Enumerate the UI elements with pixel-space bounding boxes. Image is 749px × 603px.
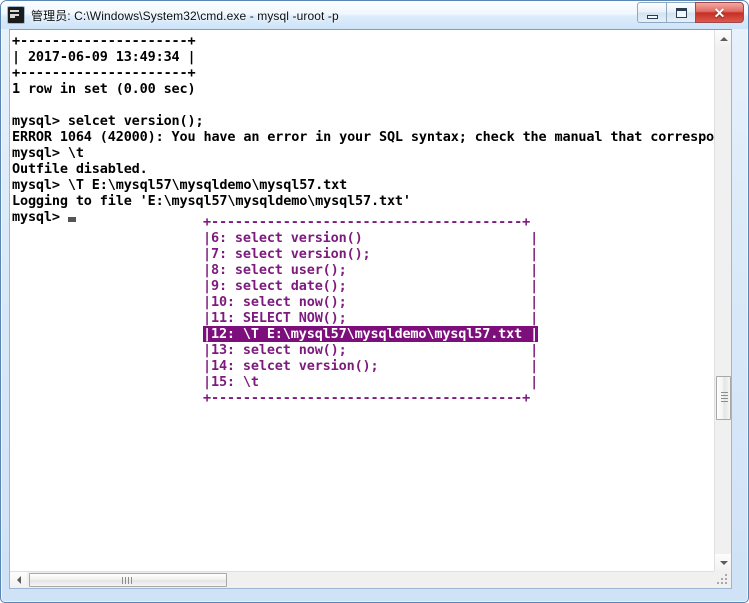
history-row[interactable]: |9: select date(); | [203,278,538,294]
minimize-icon [647,15,658,19]
mysql-history-box[interactable]: +---------------------------------------… [203,214,538,406]
console-viewport: +---------------------+ | 2017-06-09 13:… [10,30,731,571]
console-output-area[interactable]: +---------------------+ | 2017-06-09 13:… [10,30,714,571]
history-row[interactable]: |10: select now(); | [203,294,538,310]
history-row-selected[interactable]: |12: \T E:\mysql57\mysqldemo\mysql57.txt… [203,326,538,342]
horizontal-scrollbar[interactable] [10,571,731,588]
history-box-top-border: +---------------------------------------… [203,214,530,230]
window-title: 管理员: C:\Windows\System32\cmd.exe - mysql… [31,7,339,24]
caption-buttons: ✕ [637,2,744,23]
history-row[interactable]: |7: select version(); | [203,246,538,262]
close-button[interactable]: ✕ [695,2,744,23]
horizontal-scroll-thumb[interactable] [29,573,227,587]
block-cursor [68,217,76,222]
history-row[interactable]: |15: \t | [203,374,538,390]
minimize-button[interactable] [637,2,666,23]
scroll-down-arrow[interactable] [715,554,731,571]
maximize-icon [676,8,687,18]
history-row[interactable]: |11: SELECT NOW(); | [203,310,538,326]
console-prompt: mysql> [12,209,68,225]
history-box-bottom-border: +---------------------------------------… [203,390,530,406]
cmd-console-icon [7,6,25,24]
history-row[interactable]: |8: select user(); | [203,262,538,278]
scroll-up-arrow[interactable] [715,30,731,47]
scroll-left-arrow[interactable] [10,572,27,588]
resize-grip-icon [717,574,728,585]
console-client-area: +---------------------+ | 2017-06-09 13:… [9,29,732,589]
history-row[interactable]: |13: select now(); | [203,342,538,358]
vertical-scrollbar[interactable] [714,30,731,571]
vertical-scroll-thumb[interactable] [716,376,731,420]
history-row[interactable]: |6: select version() | [203,230,538,246]
console-lines: +---------------------+ | 2017-06-09 13:… [12,33,714,209]
console-text: +---------------------+ | 2017-06-09 13:… [12,33,714,225]
history-row[interactable]: |14: selcet version(); | [203,358,538,374]
close-icon: ✕ [696,3,743,22]
maximize-button[interactable] [666,2,695,23]
console-window: 管理员: C:\Windows\System32\cmd.exe - mysql… [0,0,749,603]
resize-corner[interactable] [714,571,731,588]
